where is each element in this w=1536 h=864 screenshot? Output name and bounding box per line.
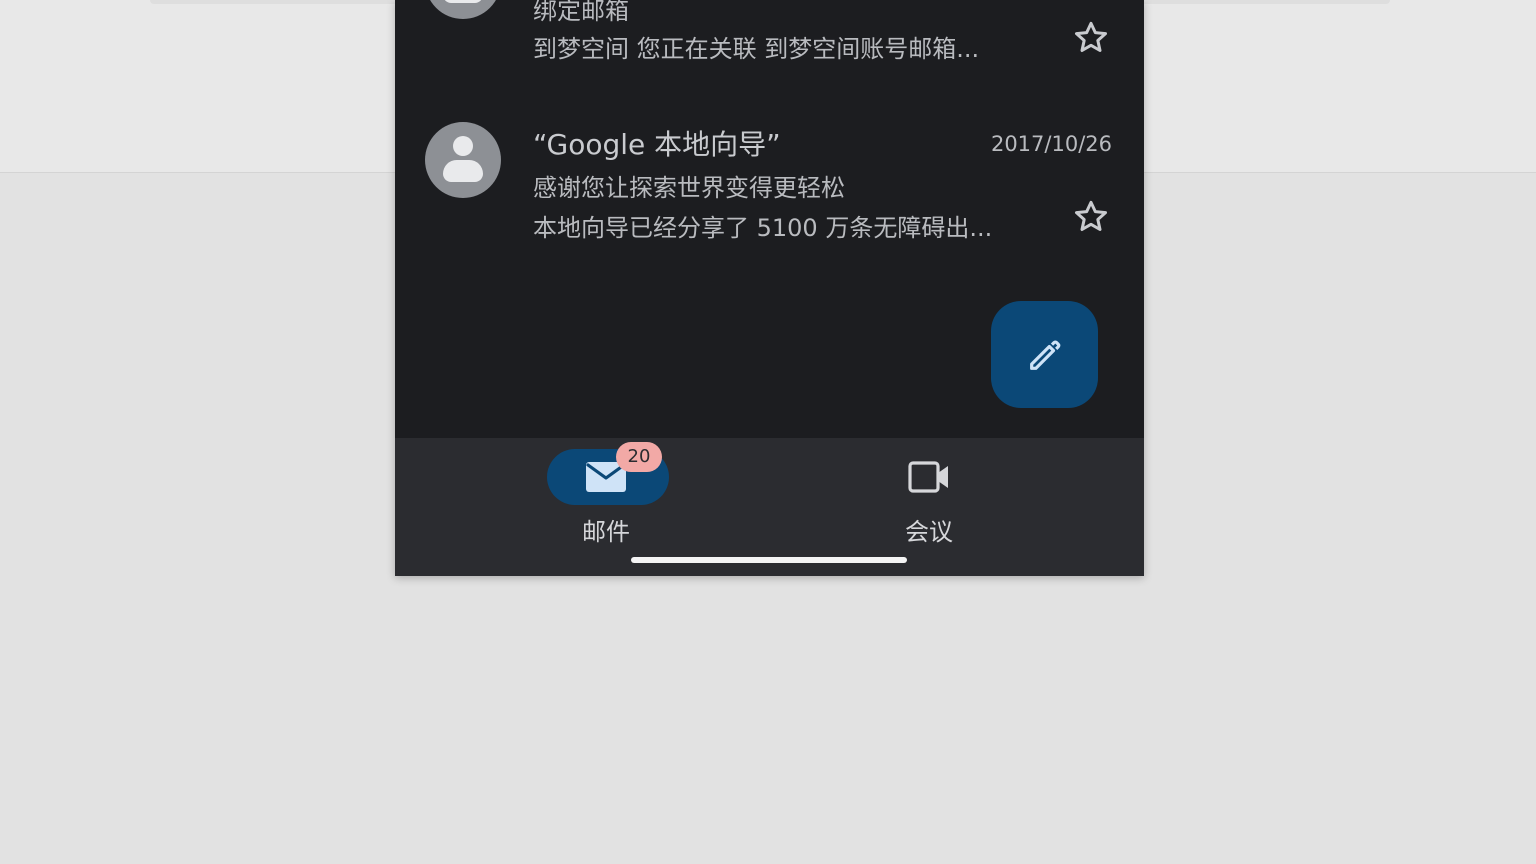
bottom-navigation: 20 邮件 会议: [395, 438, 1144, 576]
star-outline-icon[interactable]: [1071, 18, 1111, 58]
email-subject: 绑定邮箱: [533, 0, 629, 25]
person-icon: [425, 0, 501, 19]
unread-count-badge: 20: [616, 442, 662, 472]
email-list-item[interactable]: “Google 本地向导” 2017/10/26 感谢您让探索世界变得更轻松 本…: [395, 110, 1144, 250]
pencil-icon: [1029, 339, 1060, 370]
email-subject: 感谢您让探索世界变得更轻松: [533, 174, 845, 202]
nav-item-mail[interactable]: 20 邮件: [526, 438, 686, 548]
email-date: 2017/10/26: [990, 132, 1112, 156]
person-icon: [425, 122, 501, 198]
nav-label-mail: 邮件: [582, 518, 630, 546]
email-snippet: 本地向导已经分享了 5100 万条无障碍出...: [533, 214, 993, 242]
email-snippet: 到梦空间 您正在关联 到梦空间账号邮箱...: [533, 35, 980, 63]
nav-item-meet[interactable]: 会议: [849, 438, 1009, 548]
nav-label-meet: 会议: [905, 518, 953, 546]
video-camera-icon: [908, 461, 948, 493]
email-list-item[interactable]: 绑定邮箱 到梦空间 您正在关联 到梦空间账号邮箱...: [395, 0, 1144, 70]
compose-button[interactable]: [991, 301, 1098, 408]
star-outline-icon[interactable]: [1071, 197, 1111, 237]
gmail-screen: 绑定邮箱 到梦空间 您正在关联 到梦空间账号邮箱... “Google 本地向导…: [395, 0, 1144, 576]
email-sender: “Google 本地向导”: [533, 128, 781, 161]
home-indicator: [631, 557, 907, 563]
